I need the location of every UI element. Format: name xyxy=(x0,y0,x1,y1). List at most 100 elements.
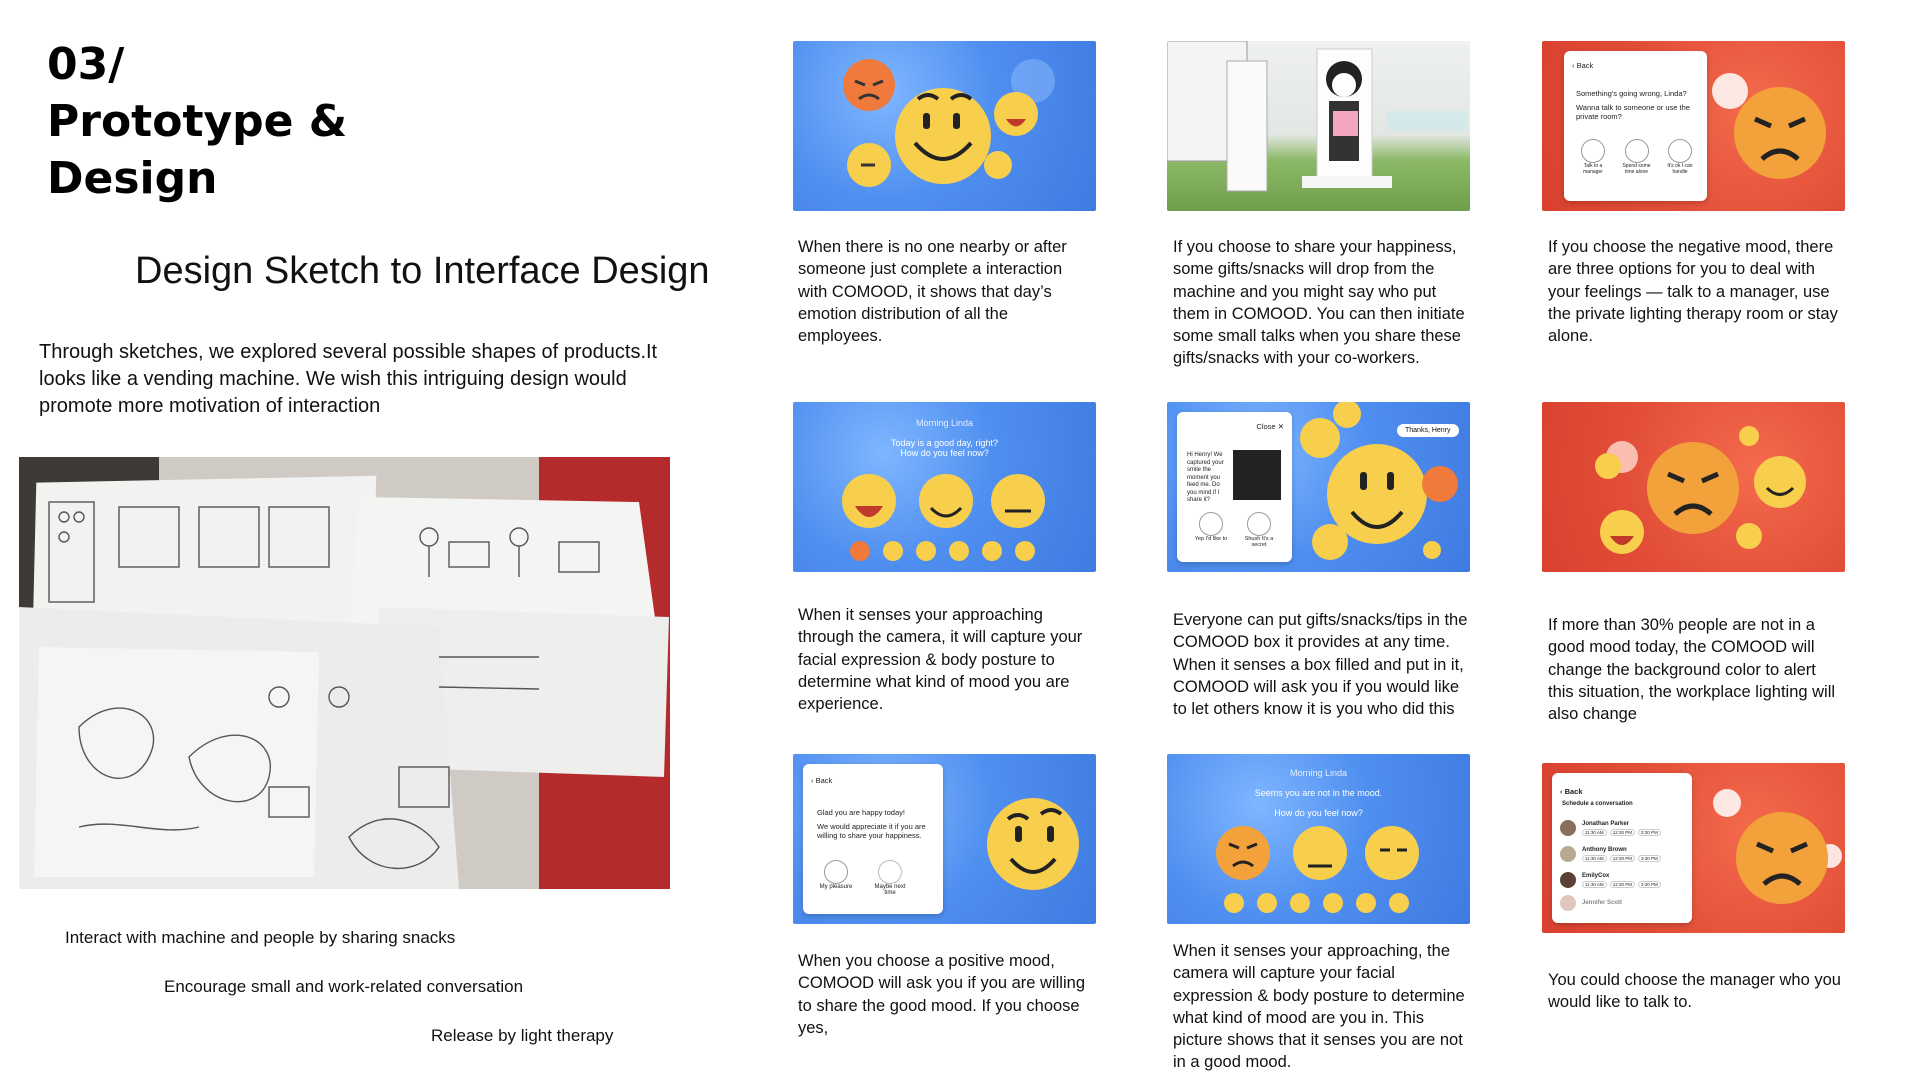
time-slot[interactable]: 11:30 AM xyxy=(1582,828,1607,836)
sleepy-face-icon[interactable] xyxy=(1365,826,1419,880)
negative-prompt: Wanna talk to someone or use the private… xyxy=(1576,103,1690,121)
unamused-face-icon[interactable] xyxy=(1293,826,1347,880)
question-line1: Seems you are not in the mood. xyxy=(1254,788,1383,798)
greeting-label: Morning Linda xyxy=(915,418,974,428)
smile-icon xyxy=(1199,512,1223,536)
manager-name: EmilyCox xyxy=(1582,872,1610,879)
sketch-photo xyxy=(19,457,670,889)
schedule-heading: Schedule a conversation xyxy=(1562,801,1633,807)
bullet-share-snacks: Interact with machine and people by shar… xyxy=(65,928,456,947)
share-request: We would appreciate it if you are willin… xyxy=(817,822,926,840)
negative-options-card: ‹ Back Something's going wrong, Linda? W… xyxy=(1564,51,1707,201)
screen-morning-positive: Morning Linda Today is a good day, right… xyxy=(793,402,1096,572)
caption-emotion-distribution: When there is no one nearby or after som… xyxy=(798,238,1067,346)
back-label: Back xyxy=(1576,61,1594,70)
back-button[interactable]: ‹ Back xyxy=(811,776,832,785)
avatar xyxy=(1560,820,1576,836)
manager-name: Jonathan Parker xyxy=(1582,820,1630,827)
talk-manager-option[interactable]: Talk to a manager xyxy=(1574,139,1612,175)
shush-icon xyxy=(1247,512,1271,536)
back-label: Back xyxy=(815,776,833,785)
page-subtitle: Design Sketch to Interface Design xyxy=(135,250,710,292)
chat-icon xyxy=(1581,139,1605,163)
captured-photo xyxy=(1233,450,1281,500)
neutral-face-icon[interactable] xyxy=(991,474,1045,528)
wink-face-icon xyxy=(987,798,1079,890)
screen-gift-share: Close ✕ Hi Henry! We captured your smile… xyxy=(1167,402,1470,572)
back-button[interactable]: ‹ Back xyxy=(1572,61,1593,70)
back-button[interactable]: ‹ Back xyxy=(1560,787,1583,796)
avatar xyxy=(1560,895,1576,911)
share-message: Hi Henry! We captured your smile the mom… xyxy=(1187,452,1224,503)
question-line1: Today is a good day, right? xyxy=(891,438,998,448)
avatar xyxy=(1560,846,1576,862)
bullet-light-therapy: Release by light therapy xyxy=(431,1026,614,1045)
option-label: It's ok I can handle xyxy=(1667,163,1693,175)
close-button[interactable]: Close ✕ xyxy=(1256,422,1284,431)
photo-gift-drop xyxy=(1167,41,1470,211)
manager-row[interactable]: Anthony Brown 11:30 AM 12:30 PM 3:30 PM xyxy=(1560,841,1688,867)
door-icon xyxy=(1624,139,1649,163)
caption-morning-positive: When it senses your approaching through … xyxy=(798,606,1083,714)
caption-gift-share: Everyone can put gifts/snacks/tips in th… xyxy=(1173,611,1468,719)
manager-name: Jennifer Scott xyxy=(1582,900,1623,906)
time-slot[interactable]: 3:30 PM xyxy=(1637,854,1661,862)
caption-negative-options: If you choose the negative mood, there a… xyxy=(1548,238,1838,346)
screen-morning-negative: Morning Linda Seems you are not in the m… xyxy=(1167,754,1470,924)
time-slot[interactable]: 3:30 PM xyxy=(1637,828,1661,836)
bullet-small-conversation: Encourage small and work-related convers… xyxy=(164,977,524,996)
greeting-label: Morning Linda xyxy=(1289,768,1348,778)
face-icon xyxy=(1668,139,1692,163)
time-slot[interactable]: 11:30 AM xyxy=(1582,880,1607,888)
yes-share-button[interactable]: Yep I'd like to xyxy=(1191,512,1231,542)
back-label: Back xyxy=(1564,787,1583,796)
smile-icon xyxy=(824,860,848,884)
screen-emotion-distribution xyxy=(793,41,1096,211)
positive-share-card: ‹ Back Glad you are happy today! We woul… xyxy=(803,764,943,914)
avatar xyxy=(1560,872,1576,888)
smile-face-icon[interactable] xyxy=(919,474,973,528)
negative-question: Something's going wrong, Linda? xyxy=(1576,89,1687,98)
time-slot[interactable]: 12:30 PM xyxy=(1609,854,1635,862)
question-line2: How do you feel now? xyxy=(1274,808,1363,818)
caption-manager-schedule: You could choose the manager who you wou… xyxy=(1548,971,1841,1012)
time-slot[interactable]: 3:30 PM xyxy=(1637,880,1661,888)
glad-line: Glad you are happy today! xyxy=(817,808,905,817)
screen-manager-schedule: ‹ Back Schedule a conversation Jonathan … xyxy=(1542,763,1845,933)
time-slot[interactable]: 12:30 PM xyxy=(1609,880,1635,888)
close-icon: ✕ xyxy=(1277,422,1284,431)
option-label: Spend some time alone xyxy=(1622,163,1651,175)
happy-face-icon[interactable] xyxy=(842,474,896,528)
yes-label: Yep I'd like to xyxy=(1194,536,1228,542)
neutral-icon xyxy=(878,860,902,884)
manager-row[interactable]: Jonathan Parker 11:30 AM 12:30 PM 3:30 P… xyxy=(1560,815,1688,841)
screen-mood-alert xyxy=(1542,402,1845,572)
schedule-card: ‹ Back Schedule a conversation Jonathan … xyxy=(1552,773,1692,923)
screen-negative-options: ‹ Back Something's going wrong, Linda? W… xyxy=(1542,41,1845,211)
intro-paragraph: Through sketches, we explored several po… xyxy=(39,341,658,417)
no-share-button[interactable]: Shush It's a secret xyxy=(1239,512,1279,548)
close-label: Close xyxy=(1256,422,1276,431)
question-line2: How do you feel now? xyxy=(900,448,989,458)
angry-face-icon xyxy=(1713,789,1842,904)
alone-option[interactable]: Spend some time alone xyxy=(1618,139,1656,175)
time-slot[interactable]: 11:30 AM xyxy=(1582,854,1607,862)
caption-morning-negative: When it senses your approaching, the cam… xyxy=(1173,942,1465,1072)
no-label: Shush It's a secret xyxy=(1244,536,1274,548)
caption-positive-share: When you choose a positive mood, COMOOD … xyxy=(798,952,1085,1037)
maybe-next-time-button[interactable]: Maybe next time xyxy=(869,860,911,896)
ok-option[interactable]: It's ok I can handle xyxy=(1661,139,1699,175)
manager-row[interactable]: Jennifer Scott xyxy=(1560,893,1688,913)
section-title: 03/ Prototype & Design xyxy=(47,39,348,204)
caption-mood-alert: If more than 30% people are not in a goo… xyxy=(1548,616,1836,724)
share-dialog: Close ✕ Hi Henry! We captured your smile… xyxy=(1177,412,1292,562)
angry-face-icon[interactable] xyxy=(1216,826,1270,880)
yes-label: My pleasure xyxy=(819,884,853,890)
manager-row[interactable]: EmilyCox 11:30 AM 12:30 PM 3:30 PM xyxy=(1560,867,1688,893)
pleasure-button[interactable]: My pleasure xyxy=(815,860,857,890)
screen-positive-share: ‹ Back Glad you are happy today! We woul… xyxy=(793,754,1096,924)
manager-name: Anthony Brown xyxy=(1582,846,1627,853)
no-label: Maybe next time xyxy=(874,884,906,896)
time-slot[interactable]: 12:30 PM xyxy=(1609,828,1635,836)
option-label: Talk to a manager xyxy=(1583,163,1603,175)
